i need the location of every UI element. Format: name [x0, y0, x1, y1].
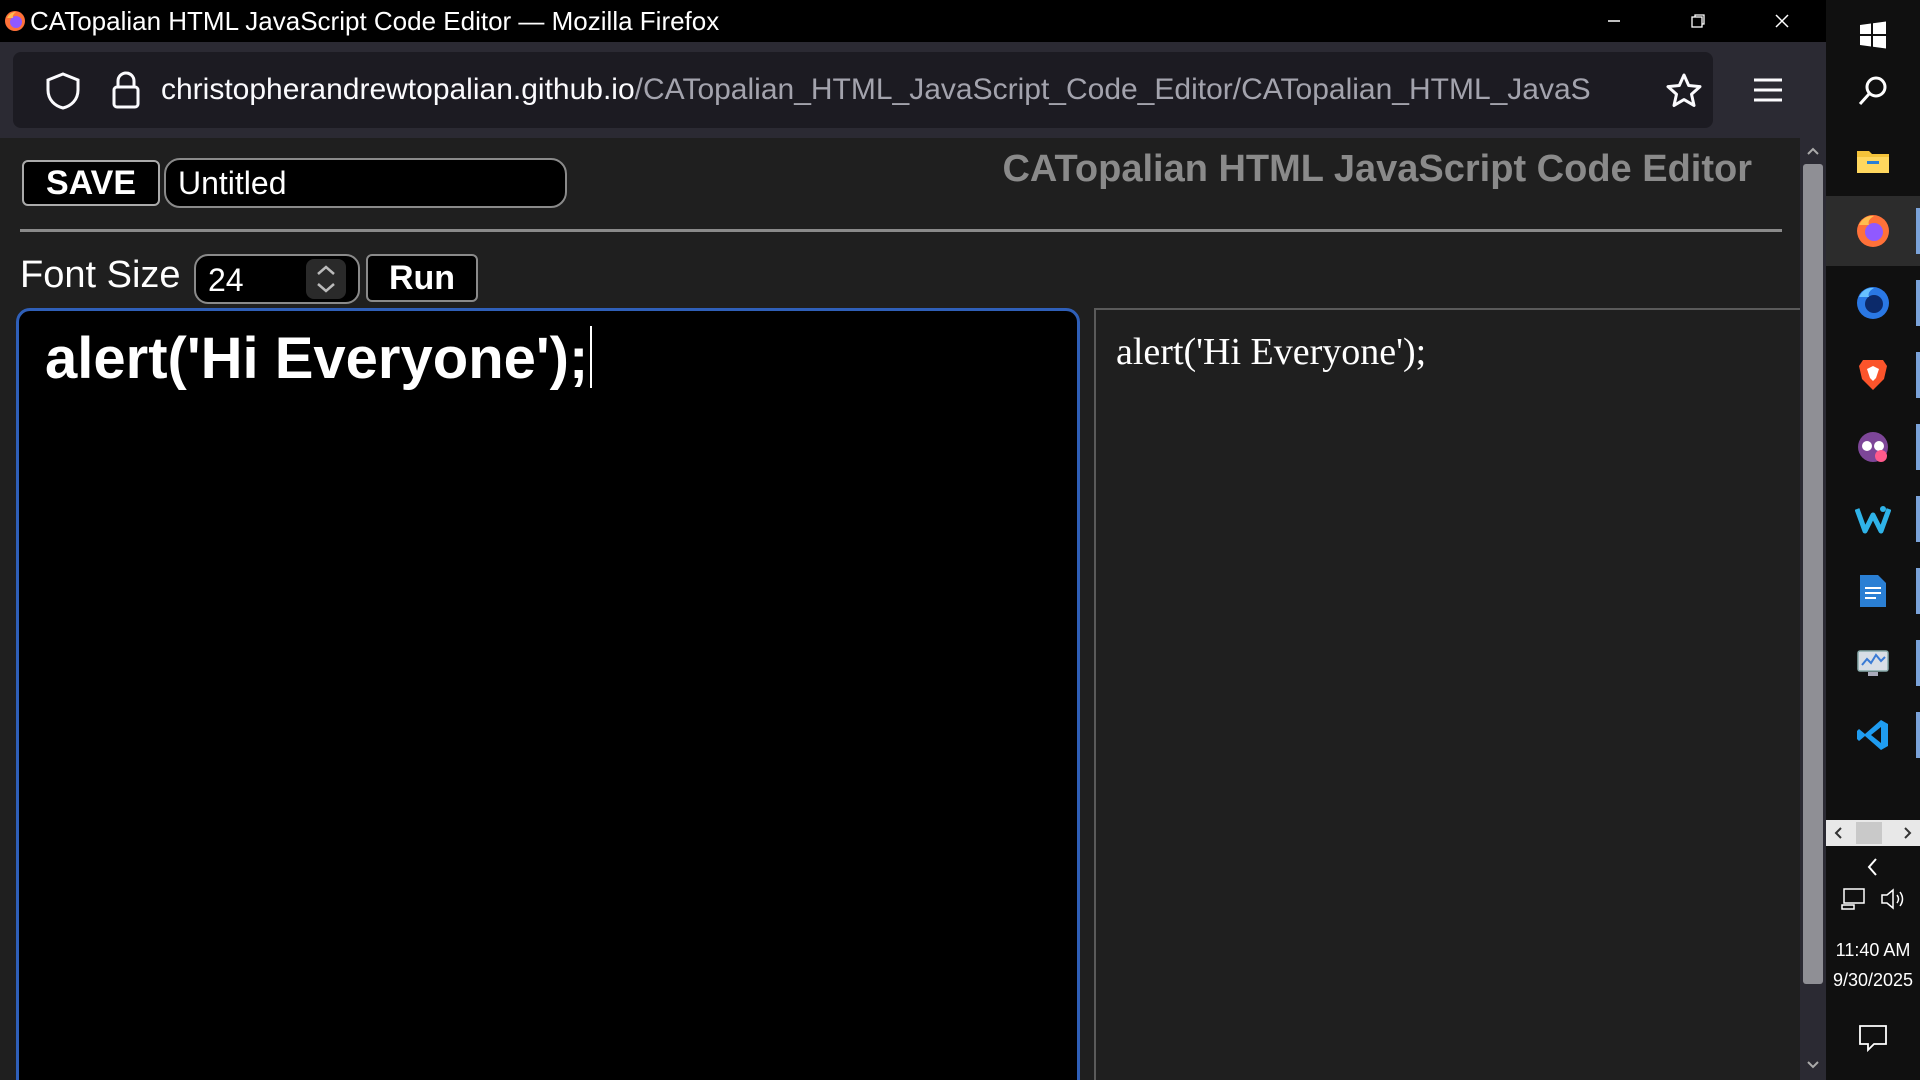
search-icon	[1858, 76, 1887, 106]
font-size-stepper[interactable]: 24	[194, 254, 360, 304]
firefox-logo-icon	[5, 11, 25, 31]
url-host: christopherandrewtopalian.github.io	[161, 73, 635, 106]
taskbar-file-explorer[interactable]	[1826, 126, 1920, 196]
running-indicator	[1916, 640, 1920, 686]
taskbar-document-app[interactable]	[1826, 556, 1920, 626]
running-indicator	[1916, 352, 1920, 398]
minimize-icon	[1608, 20, 1620, 22]
code-editor-textarea[interactable]: alert('Hi Everyone');	[16, 308, 1080, 1080]
document-app-icon	[1860, 575, 1886, 607]
taskbar-brave[interactable]	[1826, 340, 1920, 410]
windows-taskbar: 11:40 AM 9/30/2025	[1826, 0, 1920, 1080]
text-caret	[590, 326, 593, 388]
firefox-icon	[1857, 215, 1889, 247]
file-explorer-icon	[1857, 151, 1889, 173]
code-text: alert('Hi Everyone');	[45, 326, 589, 391]
running-indicator	[1916, 496, 1920, 542]
taskbar-firefox-developer[interactable]	[1826, 268, 1920, 338]
run-button[interactable]: Run	[366, 254, 478, 302]
scroll-left-icon[interactable]	[1830, 824, 1848, 842]
restore-icon	[1691, 14, 1705, 28]
filename-input[interactable]: Untitled	[164, 158, 567, 208]
scroll-up-arrow-icon[interactable]	[1800, 138, 1826, 164]
window-title: CATopalian HTML JavaScript Code Editor —…	[30, 6, 720, 36]
font-size-label: Font Size	[20, 254, 181, 296]
output-panel: alert('Hi Everyone');	[1094, 308, 1800, 1080]
vertical-scrollbar[interactable]	[1800, 138, 1826, 1080]
tor-browser-icon	[1858, 432, 1888, 462]
tracking-protection-shield-icon[interactable]	[45, 72, 81, 110]
title-bar: CATopalian HTML JavaScript Code Editor —…	[0, 0, 1826, 42]
show-hidden-icons-chevron-icon[interactable]	[1858, 852, 1888, 882]
font-size-value: 24	[208, 262, 244, 298]
spin-arrows-icon[interactable]	[306, 259, 346, 299]
url-path: /CATopalian_HTML_JavaScript_Code_Editor/…	[634, 73, 1591, 106]
running-indicator	[1916, 712, 1920, 758]
active-indicator	[1916, 208, 1920, 254]
clock-date[interactable]: 9/30/2025	[1826, 970, 1920, 991]
waterfox-icon	[1855, 506, 1891, 534]
close-icon	[1775, 14, 1789, 28]
taskbar-tor-browser[interactable]	[1826, 412, 1920, 482]
taskbar-firefox[interactable]	[1826, 196, 1920, 266]
address-bar[interactable]: christopherandrewtopalian.github.io/CATo…	[13, 52, 1713, 128]
taskbar-vscode[interactable]	[1826, 700, 1920, 770]
browser-window: CATopalian HTML JavaScript Code Editor —…	[0, 0, 1826, 1080]
taskbar-scroll-thumb[interactable]	[1856, 822, 1882, 844]
menu-hamburger-icon[interactable]	[1748, 70, 1788, 110]
search-button[interactable]	[1826, 56, 1920, 126]
taskbar-system-monitor[interactable]	[1826, 628, 1920, 698]
page-title: CATopalian HTML JavaScript Code Editor	[1002, 148, 1752, 190]
windows-start-icon	[1860, 21, 1886, 49]
taskbar-waterfox[interactable]	[1826, 484, 1920, 554]
scroll-right-icon[interactable]	[1898, 824, 1916, 842]
running-indicator	[1916, 280, 1920, 326]
url-text[interactable]: christopherandrewtopalian.github.io/CATo…	[161, 70, 1661, 110]
brave-icon	[1859, 360, 1887, 390]
running-indicator	[1916, 424, 1920, 470]
scroll-down-arrow-icon[interactable]	[1800, 1052, 1826, 1078]
bookmark-star-icon[interactable]	[1665, 72, 1703, 110]
volume-icon[interactable]	[1878, 886, 1910, 912]
notification-center-icon[interactable]	[1854, 1018, 1892, 1056]
clock-time[interactable]: 11:40 AM	[1826, 940, 1920, 961]
system-monitor-icon	[1857, 650, 1889, 676]
minimize-button[interactable]	[1572, 0, 1656, 42]
running-indicator	[1916, 568, 1920, 614]
network-icon[interactable]	[1840, 886, 1872, 912]
save-button[interactable]: SAVE	[22, 160, 160, 206]
taskbar-scroll[interactable]	[1826, 820, 1920, 846]
navigation-bar: christopherandrewtopalian.github.io/CATo…	[0, 42, 1826, 138]
restore-button[interactable]	[1656, 0, 1740, 42]
divider	[20, 229, 1782, 232]
scrollbar-thumb[interactable]	[1803, 164, 1823, 984]
firefox-developer-icon	[1857, 287, 1889, 319]
output-text: alert('Hi Everyone');	[1116, 331, 1427, 373]
lock-icon[interactable]	[111, 70, 141, 110]
page-content: SAVE Untitled CATopalian HTML JavaScript…	[0, 138, 1800, 1080]
close-button[interactable]	[1740, 0, 1824, 42]
vscode-icon	[1857, 720, 1888, 750]
